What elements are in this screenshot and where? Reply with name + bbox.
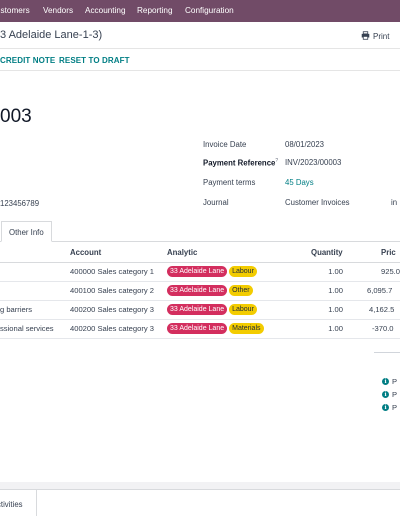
table-row[interactable]: g barriers 400200 Sales category 3 33 Ad…: [0, 301, 400, 320]
analytic-tags: 33 Adelaide Lane Materials: [167, 323, 264, 334]
line-account: 400200 Sales category 3: [70, 305, 155, 314]
line-account: 400100 Sales category 2: [70, 286, 155, 295]
line-account: 400200 Sales category 3: [70, 324, 155, 333]
journal-value[interactable]: Customer Invoices: [285, 198, 350, 207]
menu-reporting[interactable]: Reporting: [137, 6, 173, 15]
column-header-price[interactable]: Pric: [381, 248, 396, 257]
line-quantity: 1.00: [328, 267, 343, 276]
action-bar: CREDIT NOTE RESET TO DRAFT: [0, 49, 400, 71]
line-quantity: 1.00: [328, 305, 343, 314]
analytic-tag-location: 33 Adelaide Lane: [167, 323, 228, 334]
menu-customers[interactable]: ustomers: [0, 6, 30, 15]
print-button[interactable]: Print: [361, 31, 389, 42]
invoice-lines-header: Account Analytic Quantity Pric: [0, 243, 400, 263]
activities-label: ctivities: [0, 500, 23, 509]
menu-configuration[interactable]: Configuration: [185, 6, 234, 15]
invoice-date-label: Invoice Date: [203, 140, 247, 149]
top-navbar: ustomers Vendors Accounting Reporting Co…: [0, 0, 400, 22]
analytic-tag-location: 33 Adelaide Lane: [167, 266, 228, 277]
payment-info-label: P: [392, 390, 398, 399]
payment-info-item[interactable]: i P: [382, 403, 397, 412]
analytic-tag-location: 33 Adelaide Lane: [167, 285, 228, 296]
line-quantity: 1.00: [328, 286, 343, 295]
table-row[interactable]: 400000 Sales category 1 33 Adelaide Lane…: [0, 263, 400, 282]
line-quantity: 1.00: [328, 324, 343, 333]
reset-to-draft-button[interactable]: RESET TO DRAFT: [59, 56, 130, 65]
invoice-number: 003: [0, 106, 32, 127]
credit-note-button[interactable]: CREDIT NOTE: [0, 56, 55, 65]
payment-info-label: P: [392, 403, 398, 412]
journal-currency-prefix: in: [391, 198, 398, 207]
payment-info-item[interactable]: i P: [382, 377, 397, 386]
printer-icon: [361, 31, 370, 42]
analytic-tag-category: Other: [229, 285, 253, 296]
analytic-tag-location: 33 Adelaide Lane: [167, 304, 228, 315]
analytic-tag-category: Labour: [229, 304, 257, 315]
line-label: ssional services: [0, 324, 54, 333]
analytic-tags: 33 Adelaide Lane Other: [167, 285, 253, 296]
table-row[interactable]: ssional services 400200 Sales category 3…: [0, 320, 400, 339]
breadcrumb: 3 Adelaide Lane-1-3): [0, 29, 103, 41]
print-label: Print: [373, 32, 390, 41]
column-header-analytic[interactable]: Analytic: [167, 248, 197, 257]
analytic-tags: 33 Adelaide Lane Labour: [167, 266, 257, 277]
line-price: 4,162.5: [369, 305, 395, 314]
invoice-date-value[interactable]: 08/01/2023: [285, 140, 324, 149]
payment-reference-label: Payment Reference?: [203, 158, 279, 168]
line-price: 6,095.7: [367, 286, 393, 295]
info-circle-icon[interactable]: i: [382, 391, 389, 398]
help-tooltip-icon[interactable]: ?: [275, 158, 278, 164]
payment-terms-label: Payment terms: [203, 178, 256, 187]
line-price: -370.0: [372, 324, 394, 333]
line-price: 925.0: [381, 267, 400, 276]
payment-terms-value[interactable]: 45 Days: [285, 178, 314, 187]
info-circle-icon[interactable]: i: [382, 378, 389, 385]
tab-other-info[interactable]: Other Info: [1, 221, 52, 242]
menu-accounting[interactable]: Accounting: [85, 6, 126, 15]
activities-button[interactable]: ctivities: [0, 490, 37, 516]
payment-info-item[interactable]: i P: [382, 390, 397, 399]
journal-label: Journal: [203, 198, 229, 207]
line-account: 400000 Sales category 1: [70, 267, 155, 276]
control-panel: 3 Adelaide Lane-1-3) Print: [0, 22, 400, 49]
analytic-tags: 33 Adelaide Lane Labour: [167, 304, 257, 315]
analytic-tag-category: Labour: [229, 266, 257, 277]
analytic-tag-category: Materials: [229, 323, 264, 334]
customer-vat: 123456789: [0, 199, 40, 208]
info-circle-icon[interactable]: i: [382, 404, 389, 411]
notebook-tabs: Other Info: [0, 221, 400, 242]
table-row[interactable]: 400100 Sales category 2 33 Adelaide Lane…: [0, 282, 400, 301]
line-label: g barriers: [0, 305, 33, 314]
column-header-quantity[interactable]: Quantity: [311, 248, 343, 257]
payment-reference-value[interactable]: INV/2023/00003: [285, 158, 341, 167]
totals-divider: [374, 352, 400, 353]
chatter-bar: ctivities: [0, 489, 400, 516]
column-header-account[interactable]: Account: [70, 248, 101, 257]
invoice-sheet: 003 Invoice Date 08/01/2023 Payment Refe…: [0, 71, 400, 482]
menu-vendors[interactable]: Vendors: [43, 6, 73, 15]
payment-info-label: P: [392, 377, 398, 386]
